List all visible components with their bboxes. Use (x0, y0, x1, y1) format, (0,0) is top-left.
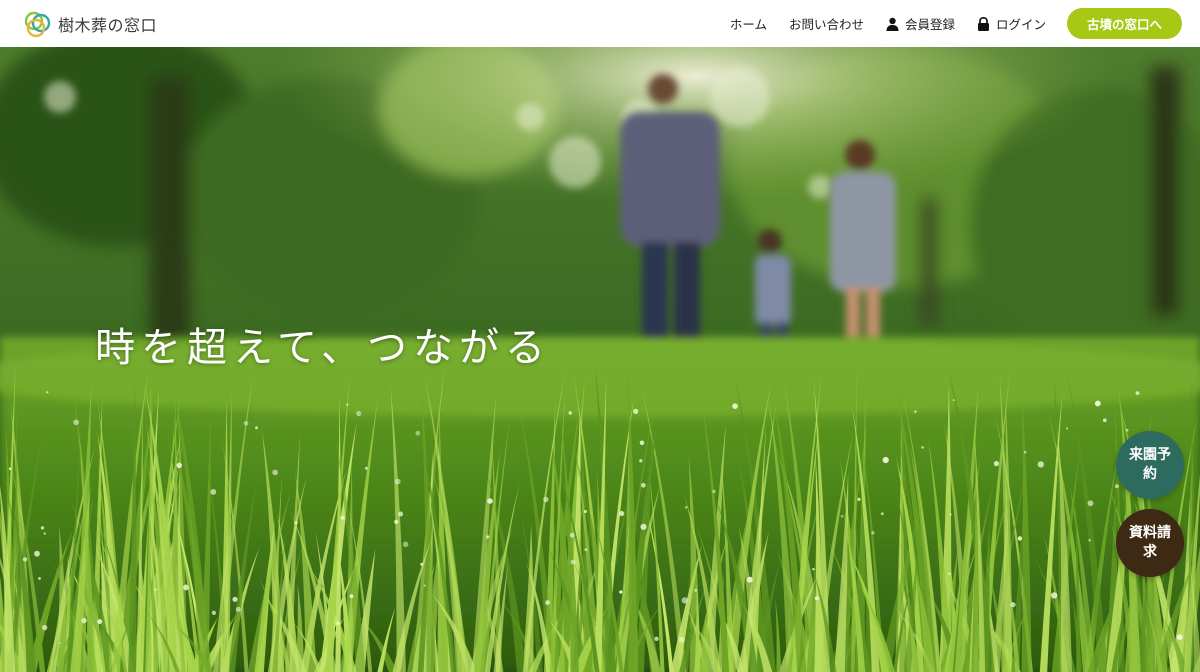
nav-login-label: ログイン (995, 17, 1046, 32)
nav-contact-link[interactable]: お問い合わせ (789, 14, 864, 33)
site-header: 樹木葬の窓口 ホーム お問い合わせ 会員登録 ログイン 古墳の窓口へ (0, 0, 1200, 47)
hero-section: 時を超えて、つながる (0, 47, 1200, 672)
lock-icon (977, 16, 989, 31)
visit-reservation-label: 来園予約 (1129, 447, 1171, 482)
request-brochure-button[interactable]: 資料請求 (1116, 509, 1184, 577)
user-icon (886, 17, 899, 31)
site-logo[interactable]: 樹木葬の窓口 (22, 8, 157, 40)
visit-reservation-button[interactable]: 来園予約 (1116, 431, 1184, 499)
nav-register-label: 会員登録 (904, 17, 955, 32)
main-nav: ホーム お問い合わせ 会員登録 ログイン 古墳の窓口へ (730, 8, 1182, 39)
nav-register-link[interactable]: 会員登録 (886, 14, 955, 33)
nav-login-link[interactable]: ログイン (977, 14, 1046, 33)
interlocking-circles-logo-icon (24, 11, 51, 37)
kofun-portal-button[interactable]: 古墳の窓口へ (1067, 8, 1182, 39)
hero-heading: 時を超えて、つながる (95, 325, 551, 371)
request-brochure-label: 資料請求 (1129, 525, 1171, 560)
logo-text: 樹木葬の窓口 (58, 15, 158, 35)
nav-home-link[interactable]: ホーム (730, 14, 767, 33)
